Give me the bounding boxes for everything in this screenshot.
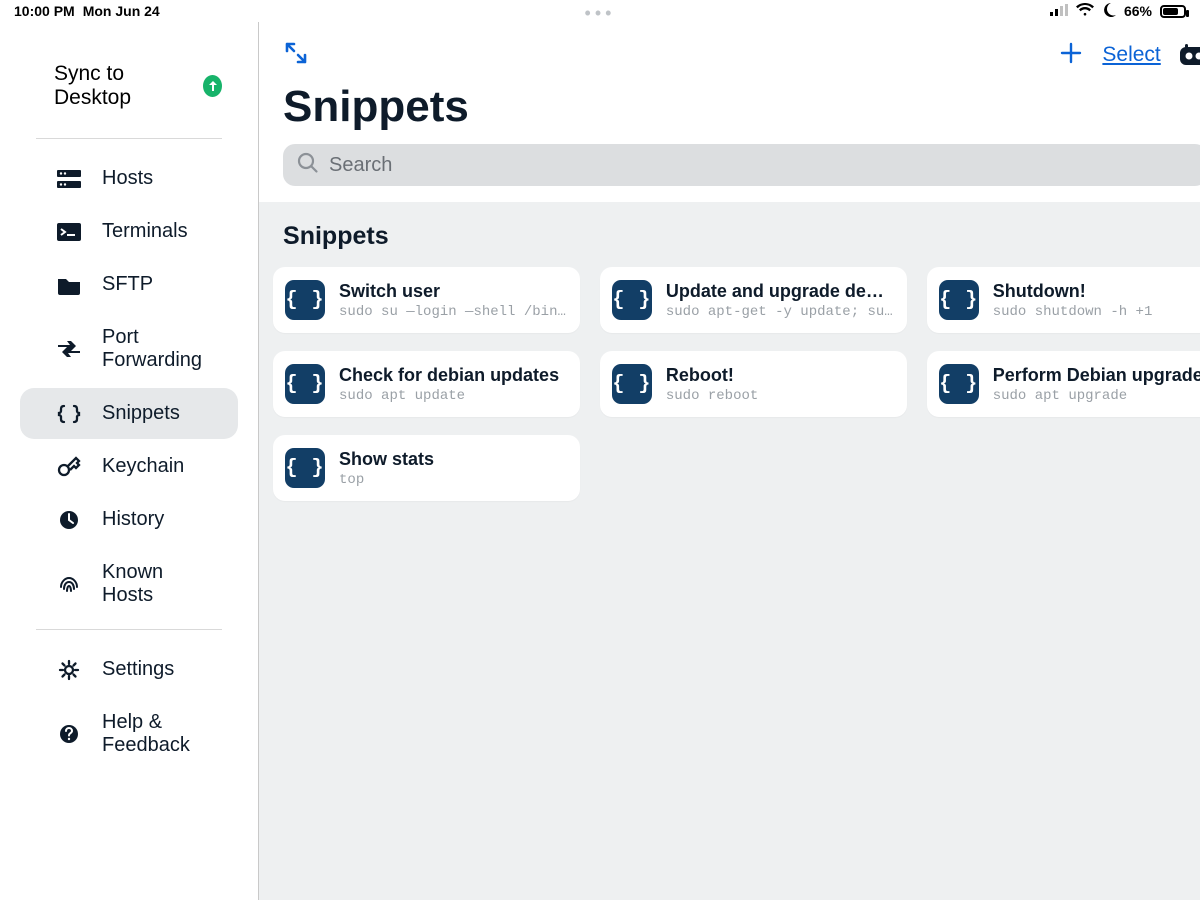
sidebar-item-label: Keychain [102,455,184,478]
folder-icon [56,274,82,296]
snippet-braces-icon: { } [285,364,325,404]
snippet-command: sudo su —login —shell /bin… [339,304,566,320]
sidebar-item-label: History [102,508,164,531]
sidebar-item-label: Port Forwarding [102,326,202,372]
sidebar-item-help[interactable]: Help & Feedback [20,697,238,771]
snippet-card[interactable]: { } Check for debian updates sudo apt up… [273,351,580,417]
status-time: 10:00 PM [14,3,75,19]
snippet-braces-icon: { } [939,364,979,404]
terminal-icon [56,221,82,243]
nav-main: Hosts Terminals SFTP Port Forwarding Sni… [0,153,258,621]
snippet-card[interactable]: { } Shutdown! sudo shutdown -h +1 [927,267,1200,333]
main-header: Select Snippets [259,22,1200,202]
sidebar-item-port-forwarding[interactable]: Port Forwarding [20,312,238,386]
wifi-icon [1076,3,1094,19]
sidebar-item-label: Snippets [102,402,180,425]
sync-label: Sync to Desktop [54,62,185,110]
sidebar-item-sftp[interactable]: SFTP [20,259,238,310]
snippet-braces-icon: { } [612,280,652,320]
battery-icon [1160,5,1186,18]
search-bar[interactable] [283,144,1200,186]
snippet-command: sudo apt upgrade [993,388,1200,404]
snippet-command: top [339,472,434,488]
snippet-title: Switch user [339,281,566,302]
snippet-title: Update and upgrade de… [666,281,893,302]
sidebar-item-label: Known Hosts [102,561,202,607]
select-button[interactable]: Select [1102,43,1160,67]
snippet-title: Reboot! [666,365,758,386]
sidebar-item-label: Hosts [102,167,153,190]
fingerprint-icon [56,573,82,595]
sidebar-item-keychain[interactable]: Keychain [20,441,238,492]
snippet-command: sudo reboot [666,388,758,404]
sync-up-icon [203,75,222,97]
snippet-card[interactable]: { } Show stats top [273,435,580,501]
sidebar: Sync to Desktop Hosts Terminals SFTP Por… [0,22,259,900]
snippet-braces-icon: { } [285,448,325,488]
snippet-title: Check for debian updates [339,365,559,386]
sidebar-item-snippets[interactable]: Snippets [20,388,238,439]
sidebar-item-label: Settings [102,658,174,681]
snippet-braces-icon: { } [939,280,979,320]
snippet-command: sudo apt-get -y update; su… [666,304,893,320]
snippet-braces-icon: { } [285,280,325,320]
braces-icon [56,403,82,425]
dnd-moon-icon [1102,3,1116,20]
snippet-title: Perform Debian upgrade [993,365,1200,386]
key-icon [56,456,82,478]
gear-icon [56,659,82,681]
snippet-command: sudo shutdown -h +1 [993,304,1153,320]
search-input[interactable] [329,154,1193,177]
main-area: Select Snippets Snippets { } Switch use [259,22,1200,900]
snippet-card[interactable]: { } Update and upgrade de… sudo apt-get … [600,267,907,333]
divider [36,138,222,139]
hosts-icon [56,168,82,190]
snippet-braces-icon: { } [612,364,652,404]
sidebar-item-settings[interactable]: Settings [20,644,238,695]
section-title: Snippets [273,222,1200,251]
sidebar-item-label: SFTP [102,273,153,296]
clock-icon [56,509,82,531]
sidebar-item-history[interactable]: History [20,494,238,545]
snippet-card[interactable]: { } Reboot! sudo reboot [600,351,907,417]
snippet-title: Shutdown! [993,281,1153,302]
sidebar-item-label: Terminals [102,220,188,243]
status-date: Mon Jun 24 [83,3,160,19]
cell-signal-icon [1050,3,1068,19]
content: Snippets { } Switch user sudo su —login … [259,202,1200,501]
help-icon [56,723,82,745]
window-drag-indicator: ••• [585,3,616,24]
app-logo-icon[interactable] [1179,43,1200,67]
sync-to-desktop[interactable]: Sync to Desktop [0,52,258,130]
snippet-title: Show stats [339,449,434,470]
sidebar-item-terminals[interactable]: Terminals [20,206,238,257]
nav-footer: Settings Help & Feedback [0,644,258,771]
page-title: Snippets [283,82,1200,132]
snippets-grid: { } Switch user sudo su —login —shell /b… [273,267,1200,501]
divider [36,629,222,630]
sidebar-item-label: Help & Feedback [102,711,202,757]
sidebar-item-hosts[interactable]: Hosts [20,153,238,204]
battery-percent: 66% [1124,3,1152,19]
expand-icon[interactable] [283,40,309,71]
snippet-card[interactable]: { } Switch user sudo su —login —shell /b… [273,267,580,333]
snippet-command: sudo apt update [339,388,559,404]
arrows-icon [56,338,82,360]
add-button[interactable] [1058,40,1084,71]
search-icon [297,152,319,179]
snippet-card[interactable]: { } Perform Debian upgrade sudo apt upgr… [927,351,1200,417]
sidebar-item-known-hosts[interactable]: Known Hosts [20,547,238,621]
